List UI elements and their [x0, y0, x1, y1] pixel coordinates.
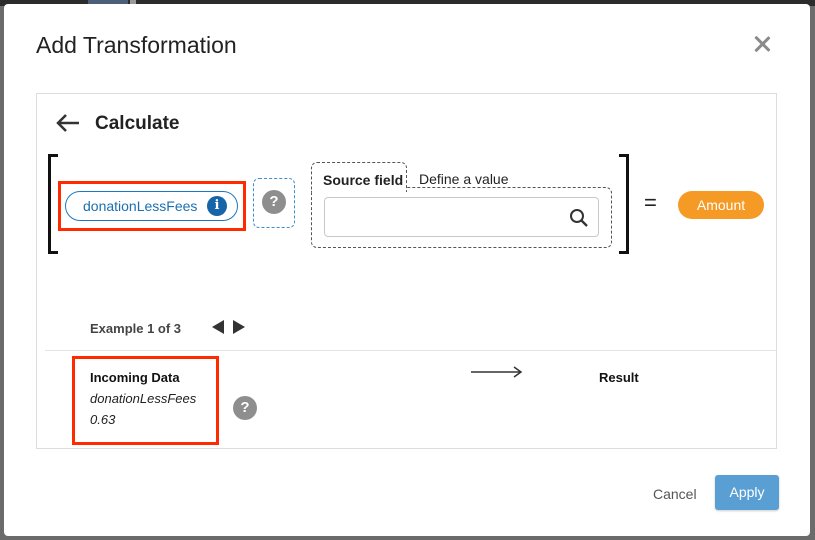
arrow-left-icon[interactable]: [55, 113, 81, 133]
incoming-field-name: donationLessFees: [90, 391, 197, 406]
help-icon[interactable]: ?: [262, 190, 286, 214]
incoming-field-value: 0.63: [90, 412, 116, 427]
operand-field-label: donationLessFees: [83, 198, 198, 214]
source-field-search-input[interactable]: [324, 197, 599, 237]
tab-source-field-label: Source field: [323, 172, 404, 188]
expression-bracket-right: [619, 154, 629, 254]
example-counter: Example 1 of 3: [90, 321, 182, 336]
result-label: Result: [599, 370, 639, 385]
equals-sign: =: [644, 190, 657, 215]
target-field-pill[interactable]: Amount: [678, 191, 764, 219]
tab-source-field[interactable]: Source field: [311, 162, 407, 192]
apply-button[interactable]: Apply: [715, 475, 779, 510]
cancel-button[interactable]: Cancel: [653, 486, 697, 502]
close-icon[interactable]: [750, 32, 774, 56]
tab-define-value[interactable]: Define a value: [419, 171, 509, 187]
arrow-right-icon: [471, 366, 523, 378]
panel-heading: Calculate: [95, 113, 180, 134]
triangle-right-icon[interactable]: [233, 320, 245, 334]
search-icon[interactable]: [569, 208, 589, 228]
add-transformation-dialog: Add Transformation Calculate donationLes…: [4, 4, 810, 536]
triangle-left-icon[interactable]: [212, 320, 224, 334]
dialog-title: Add Transformation: [36, 32, 237, 58]
calculate-panel: Calculate donationLessFees i ? Source fi…: [36, 93, 777, 449]
operator-slot[interactable]: ?: [253, 178, 295, 228]
divider: [45, 350, 776, 351]
incoming-data-title: Incoming Data: [90, 370, 180, 385]
operand-field-pill[interactable]: donationLessFees i: [65, 191, 238, 221]
expression-bracket-left: [48, 154, 58, 254]
info-icon[interactable]: i: [207, 196, 227, 216]
help-icon[interactable]: ?: [233, 396, 257, 420]
